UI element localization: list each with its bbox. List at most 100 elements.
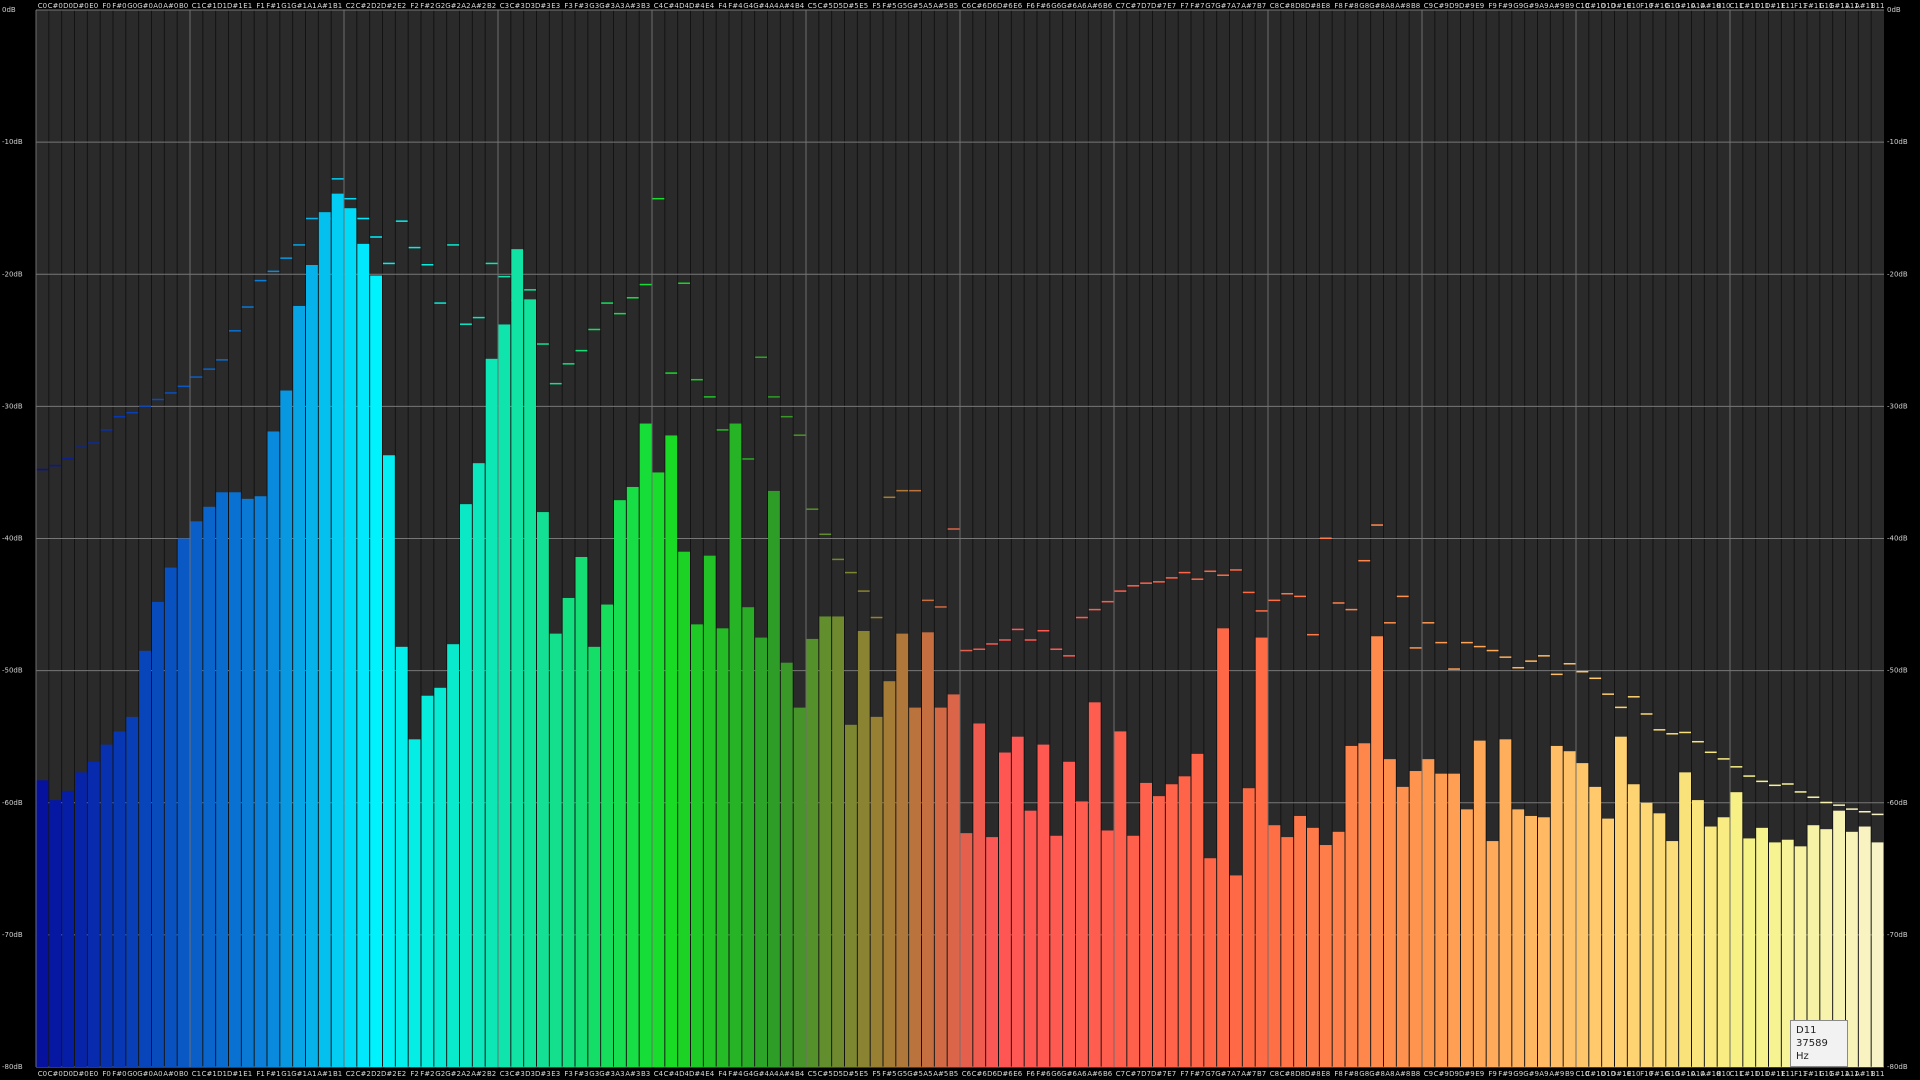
top-note-label: F2 (410, 2, 418, 10)
spectrum-bar (870, 716, 883, 1067)
top-note-label: D#2 (381, 2, 397, 10)
top-note-label: C5 (808, 2, 817, 10)
bottom-note-label: B2 (487, 1070, 496, 1078)
spectrum-bar (87, 761, 100, 1067)
spectrum-bar (434, 687, 447, 1067)
spectrum-bar (1448, 773, 1460, 1067)
spectrum-bar (1589, 786, 1602, 1067)
bottom-note-label: D#6 (997, 1070, 1013, 1078)
peak-hold-marker (1230, 569, 1242, 571)
bottom-note-label: B9 (1565, 1070, 1574, 1078)
bottom-note-label: B3 (641, 1070, 650, 1078)
top-note-label: E7 (1167, 2, 1176, 10)
top-note-label: E8 (1321, 2, 1330, 10)
bottom-note-label: A#7 (1241, 1070, 1256, 1078)
spectrum-bar (1165, 784, 1178, 1067)
top-note-label: D7 (1141, 2, 1151, 10)
bottom-note-label: G6 (1051, 1070, 1061, 1078)
bottom-note-label: G0 (127, 1070, 137, 1078)
top-note-label: B10 (1717, 2, 1731, 10)
spectrum-bar (229, 492, 241, 1067)
peak-hold-marker (883, 496, 896, 499)
top-note-label: G#7 (1215, 2, 1231, 10)
peak-hold-marker (999, 639, 1011, 641)
bottom-note-label: D1 (217, 1070, 227, 1078)
left-db-tick-label: -20dB (2, 270, 23, 278)
spectrum-bar (575, 557, 588, 1067)
spectrum-bar (113, 731, 126, 1067)
spectrum-bar (1435, 773, 1448, 1067)
spectrum-bar (549, 633, 562, 1067)
top-note-label: D#0 (73, 2, 89, 10)
spectrum-bar (216, 492, 228, 1067)
peak-hold-marker (1101, 600, 1114, 603)
top-note-label: C#0 (48, 2, 63, 10)
peak-hold-marker (1307, 633, 1319, 636)
peak-hold-marker (152, 398, 164, 401)
top-note-label: F#6 (1036, 2, 1051, 10)
bottom-note-label: G8 (1359, 1070, 1369, 1078)
peak-hold-marker (780, 415, 793, 418)
peak-hold-marker (1807, 796, 1820, 798)
peak-hold-marker (768, 396, 780, 398)
top-note-label: A#9 (1549, 2, 1564, 10)
top-note-label: D0 (63, 2, 73, 10)
spectrum-bar (36, 780, 49, 1067)
peak-hold-marker (1512, 666, 1525, 669)
top-note-label: E0 (89, 2, 98, 10)
top-note-label: G#0 (137, 2, 153, 10)
top-note-label: A#0 (163, 2, 178, 10)
top-note-label: D4 (679, 2, 689, 10)
top-note-label: D8 (1295, 2, 1305, 10)
peak-hold-marker (716, 429, 729, 431)
bottom-note-label: G5 (897, 1070, 907, 1078)
bottom-note-label: G#0 (137, 1070, 153, 1078)
spectrum-bar (447, 644, 459, 1067)
top-note-label: F#7 (1190, 2, 1204, 10)
top-note-label: C#3 (510, 2, 525, 10)
right-db-tick-label: 0dB (1887, 6, 1901, 14)
top-note-label: B1 (333, 2, 342, 10)
top-note-label: F#1 (266, 2, 280, 10)
top-note-label: C7 (1116, 2, 1125, 10)
bottom-note-label: F4 (718, 1070, 727, 1078)
top-note-label: D#4 (689, 2, 705, 10)
bottom-note-label: G#9 (1523, 1070, 1539, 1078)
spectrum-bar (126, 716, 139, 1067)
peak-hold-marker (1371, 524, 1383, 526)
top-note-label: A5 (923, 2, 932, 10)
spectrum-bar (1371, 636, 1383, 1067)
spectrum-bar (318, 212, 331, 1067)
spectrum-bar (177, 538, 190, 1067)
spectrum-bar (1063, 761, 1075, 1067)
peak-hold-marker (306, 217, 318, 220)
bottom-note-label: G#7 (1215, 1070, 1231, 1078)
peak-hold-marker (1217, 574, 1229, 576)
bottom-note-label: G9 (1513, 1070, 1523, 1078)
peak-hold-marker (1255, 610, 1268, 612)
peak-hold-marker (1550, 673, 1563, 676)
peak-hold-marker (1332, 602, 1345, 604)
bottom-note-label: A#0 (163, 1070, 178, 1078)
bottom-note-label: C#3 (510, 1070, 525, 1078)
spectrum-bar (1717, 817, 1730, 1067)
top-note-label: C#1 (202, 2, 217, 10)
spectrum-bar (806, 638, 819, 1067)
bottom-note-label: E3 (551, 1070, 560, 1078)
peak-hold-marker (1538, 655, 1550, 657)
bottom-note-label: F#7 (1190, 1070, 1204, 1078)
left-db-tick-label: -30dB (2, 402, 23, 410)
spectrum-bar (537, 512, 549, 1067)
spectrum-bar (1499, 739, 1512, 1067)
bottom-note-label: B4 (795, 1070, 805, 1078)
peak-hold-marker (1820, 801, 1833, 804)
peak-hold-marker (216, 359, 228, 361)
peak-hold-marker (408, 246, 421, 249)
bottom-note-label: C5 (808, 1070, 817, 1078)
bottom-note-label: F#4 (728, 1070, 743, 1078)
top-note-label: D#1 (227, 2, 243, 10)
peak-hold-marker (601, 302, 613, 304)
spectrum-bar (793, 707, 806, 1067)
bottom-note-label: C2 (346, 1070, 355, 1078)
bottom-note-label: C4 (654, 1070, 664, 1078)
